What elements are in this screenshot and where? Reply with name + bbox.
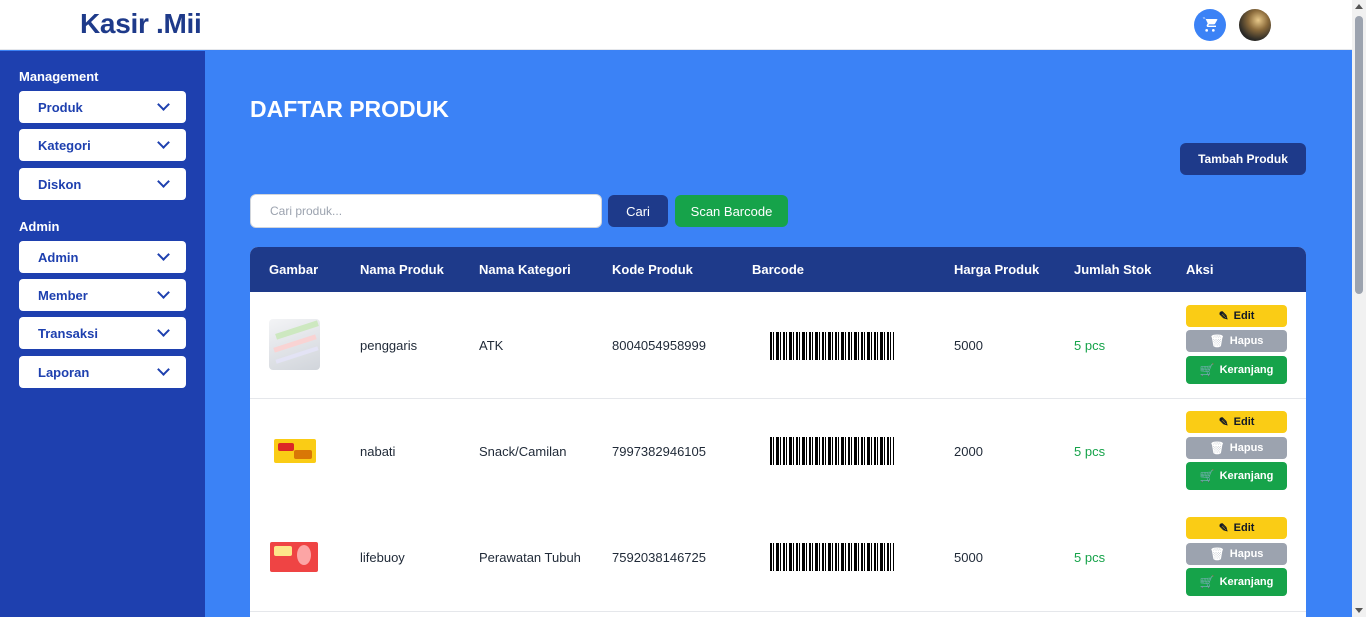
product-name: lifebuoy — [360, 550, 405, 565]
edit-button[interactable]: ✎ Edit — [1186, 305, 1287, 327]
chevron-down-icon — [157, 286, 170, 299]
sidebar-item-produk[interactable]: Produk — [19, 91, 186, 123]
delete-button[interactable]: 🗑 Hapus — [1186, 437, 1287, 459]
barcode-image — [770, 543, 894, 571]
trash-icon: 🗑 — [1209, 334, 1225, 348]
product-image — [269, 426, 320, 477]
product-price: 5000 — [954, 338, 983, 353]
cart-label: Keranjang — [1219, 364, 1274, 376]
sidebar-heading-admin: Admin — [19, 219, 60, 234]
cart-button[interactable] — [1194, 9, 1226, 41]
cart-label: Keranjang — [1219, 576, 1274, 588]
search-input[interactable] — [250, 194, 602, 228]
product-image — [269, 319, 320, 370]
stock-count: 5 pcs — [1074, 550, 1106, 565]
page-scrollbar[interactable] — [1352, 0, 1366, 617]
column-header: Nama Kategori — [479, 262, 571, 277]
sidebar-item-member[interactable]: Member — [19, 279, 186, 311]
sidebar-item-laporan[interactable]: Laporan — [19, 356, 186, 388]
column-header: Nama Produk — [360, 262, 444, 277]
scroll-down-icon[interactable] — [1355, 608, 1363, 613]
product-code: 7997382946105 — [612, 444, 706, 459]
add-to-cart-button[interactable]: 🛒 Keranjang — [1186, 568, 1287, 596]
delete-button[interactable]: 🗑 Hapus — [1186, 543, 1287, 565]
edit-label: Edit — [1233, 522, 1255, 534]
product-price: 2000 — [954, 444, 983, 459]
cart-plus-icon: 🛒 — [1199, 575, 1215, 589]
chevron-down-icon — [157, 363, 170, 376]
sidebar-item-transaksi[interactable]: Transaksi — [19, 317, 186, 349]
delete-label: Hapus — [1229, 335, 1264, 347]
edit-icon: ✎ — [1218, 415, 1229, 429]
scan-barcode-button[interactable]: Scan Barcode — [675, 195, 788, 227]
edit-icon: ✎ — [1218, 309, 1229, 323]
column-header: Aksi — [1186, 262, 1214, 277]
delete-label: Hapus — [1229, 548, 1264, 560]
edit-icon: ✎ — [1218, 521, 1229, 535]
sidebar-item-label: Diskon — [38, 176, 82, 192]
barcode-image — [770, 437, 894, 465]
cart-plus-icon: 🛒 — [1199, 469, 1215, 483]
edit-label: Edit — [1233, 416, 1255, 428]
search-button[interactable]: Cari — [608, 195, 668, 227]
column-header: Gambar — [269, 262, 319, 277]
delete-button[interactable]: 🗑 Hapus — [1186, 330, 1287, 352]
user-avatar[interactable] — [1239, 9, 1271, 41]
scroll-up-icon[interactable] — [1355, 4, 1363, 9]
cart-icon — [1202, 17, 1218, 32]
stock-count: 5 pcs — [1074, 444, 1106, 459]
sidebar-item-label: Admin — [38, 249, 79, 265]
category-name: Snack/Camilan — [479, 444, 567, 459]
table-row: lifebuoy Perawatan Tubuh 7592038146725 5… — [250, 505, 1306, 612]
sidebar: Management Produk Kategori Diskon Admin … — [0, 51, 205, 617]
product-image — [269, 532, 320, 583]
edit-button[interactable]: ✎ Edit — [1186, 517, 1287, 539]
product-table: Gambar Nama Produk Nama Kategori Kode Pr… — [250, 247, 1306, 617]
sidebar-item-label: Member — [38, 287, 88, 303]
add-product-button[interactable]: Tambah Produk — [1180, 143, 1306, 175]
table-header: Gambar Nama Produk Nama Kategori Kode Pr… — [250, 247, 1306, 292]
page-title: DAFTAR PRODUK — [250, 96, 449, 122]
column-header: Harga Produk — [954, 262, 1040, 277]
edit-button[interactable]: ✎ Edit — [1186, 411, 1287, 433]
category-name: Perawatan Tubuh — [479, 550, 581, 565]
stock-count: 5 pcs — [1074, 338, 1106, 353]
top-navbar: Kasir .Mii — [0, 0, 1352, 50]
sidebar-item-label: Laporan — [38, 364, 90, 380]
barcode-image — [770, 332, 894, 360]
trash-icon: 🗑 — [1209, 441, 1225, 455]
product-code: 8004054958999 — [612, 338, 706, 353]
sidebar-item-label: Transaksi — [38, 325, 98, 341]
sidebar-item-kategori[interactable]: Kategori — [19, 129, 186, 161]
table-row: penggaris ATK 8004054958999 5000 5 pcs ✎… — [250, 292, 1306, 399]
chevron-down-icon — [157, 324, 170, 337]
chevron-down-icon — [157, 136, 170, 149]
edit-label: Edit — [1233, 310, 1255, 322]
chevron-down-icon — [157, 175, 170, 188]
column-header: Barcode — [752, 262, 805, 277]
sidebar-heading-management: Management — [19, 69, 99, 84]
add-to-cart-button[interactable]: 🛒 Keranjang — [1186, 462, 1287, 490]
add-to-cart-button[interactable]: 🛒 Keranjang — [1186, 356, 1287, 384]
cart-label: Keranjang — [1219, 470, 1274, 482]
sidebar-item-label: Produk — [38, 99, 83, 115]
sidebar-item-admin[interactable]: Admin — [19, 241, 186, 273]
sidebar-item-label: Kategori — [38, 137, 91, 153]
app-logo[interactable]: Kasir .Mii — [80, 8, 202, 40]
trash-icon: 🗑 — [1209, 547, 1225, 561]
column-header: Jumlah Stok — [1074, 262, 1152, 277]
category-name: ATK — [479, 338, 504, 353]
cart-plus-icon: 🛒 — [1199, 363, 1215, 377]
table-row: nabati Snack/Camilan 7997382946105 2000 … — [250, 399, 1306, 506]
product-price: 5000 — [954, 550, 983, 565]
product-code: 7592038146725 — [612, 550, 706, 565]
scrollbar-thumb[interactable] — [1355, 16, 1363, 294]
sidebar-item-diskon[interactable]: Diskon — [19, 168, 186, 200]
chevron-down-icon — [157, 248, 170, 261]
delete-label: Hapus — [1229, 442, 1264, 454]
column-header: Kode Produk — [612, 262, 693, 277]
product-name: nabati — [360, 444, 396, 459]
chevron-down-icon — [157, 98, 170, 111]
product-name: penggaris — [360, 338, 418, 353]
